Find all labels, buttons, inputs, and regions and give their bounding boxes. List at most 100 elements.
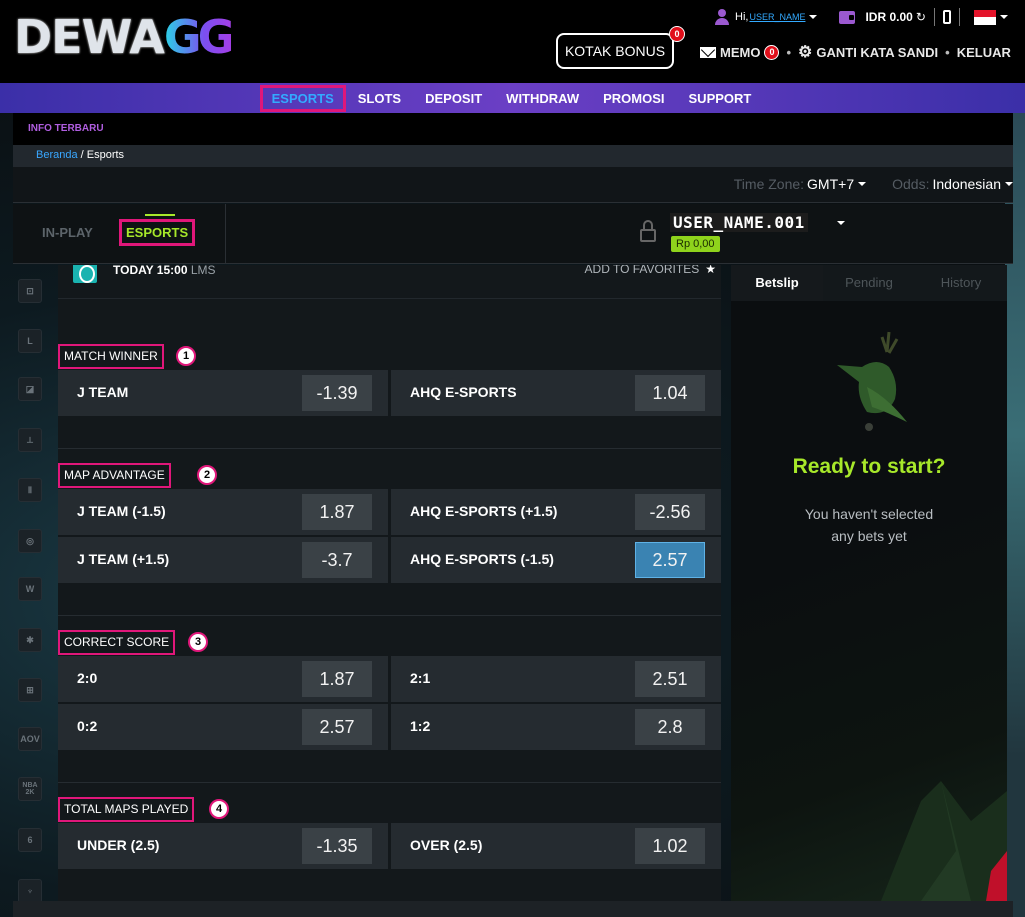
section-title-text: CORRECT SCORE: [64, 635, 170, 649]
timezone-select[interactable]: GMT+7: [807, 176, 854, 192]
odds-button[interactable]: 2.8: [635, 709, 705, 745]
league-logo-icon: [73, 265, 97, 283]
news-ticker: INFO TERBARU: [13, 113, 1013, 145]
odds-cell: 2:0 1.87: [58, 656, 388, 702]
divider: [58, 782, 721, 783]
odds-button[interactable]: 1.02: [635, 828, 705, 864]
betslip-empty-title: Ready to start?: [792, 455, 946, 478]
nba2k-icon[interactable]: NBA 2K: [18, 777, 42, 801]
account-name-dropdown[interactable]: USER_NAME.001: [670, 213, 808, 232]
nav-item-deposit[interactable]: DEPOSIT: [413, 85, 494, 112]
chevron-down-icon[interactable]: [837, 221, 845, 225]
main-content: INFO TERBARU Beranda / Esports Time Zone…: [13, 113, 1013, 917]
greeting-text: Hi,: [735, 11, 749, 23]
site-logo[interactable]: DEWA GG: [14, 10, 235, 64]
heroes-icon[interactable]: Ⅱ: [18, 478, 42, 502]
bonus-box-label: KOTAK BONUS: [564, 43, 666, 59]
bonus-box-button[interactable]: KOTAK BONUS: [556, 33, 674, 69]
odds-button[interactable]: 1.04: [635, 375, 705, 411]
star-icon: ★: [705, 265, 716, 276]
rainbow-six-icon[interactable]: 6: [18, 828, 42, 852]
active-tab-indicator: [145, 214, 175, 216]
gamepad-icon[interactable]: ⊡: [18, 279, 42, 303]
nav-item-promosi[interactable]: PROMOSI: [591, 85, 676, 112]
mobile-icon[interactable]: [942, 10, 951, 24]
odds-cell: AHQ E-SPORTS 1.04: [391, 370, 721, 416]
logout-link[interactable]: KELUAR: [957, 45, 1011, 60]
odds-button[interactable]: 1.87: [302, 494, 372, 530]
odds-cell: J TEAM (+1.5) -3.7: [58, 537, 388, 583]
odds-button[interactable]: -1.35: [302, 828, 372, 864]
indonesia-flag-icon[interactable]: [973, 9, 996, 25]
warcraft-icon[interactable]: W: [18, 577, 42, 601]
selection-label: AHQ E-SPORTS (+1.5): [410, 503, 558, 519]
selection-label: 2:1: [410, 670, 431, 686]
nav-item-support[interactable]: SUPPORT: [677, 85, 764, 112]
odds-button[interactable]: -3.7: [302, 542, 372, 578]
match-time: TODAY 15:00 LMS: [113, 265, 216, 277]
separator: •: [945, 44, 950, 60]
username-link[interactable]: USER_NAME: [749, 12, 805, 22]
section-title-total-maps: TOTAL MAPS PLAYED: [58, 797, 195, 822]
odds-button[interactable]: -2.56: [635, 494, 705, 530]
odds-cell: J TEAM (-1.5) 1.87: [58, 489, 388, 535]
divider: [225, 204, 226, 264]
logo-text-gg: GG: [163, 10, 235, 64]
odds-button-selected[interactable]: 2.57: [635, 542, 705, 578]
section-title-text: MATCH WINNER: [64, 349, 158, 363]
betslip-panel: Betslip Pending History Ready to start? …: [731, 265, 1007, 901]
tab-in-play[interactable]: IN-PLAY: [42, 225, 93, 240]
selection-label: 0:2: [77, 718, 98, 734]
section-title-correct-score: CORRECT SCORE: [58, 630, 176, 655]
selection-label: AHQ E-SPORTS: [410, 384, 517, 400]
change-password-link[interactable]: GANTI KATA SANDI: [816, 45, 938, 60]
odds-button[interactable]: 2.51: [635, 661, 705, 697]
nav-item-esports[interactable]: ESPORTS: [259, 84, 346, 112]
chevron-down-icon[interactable]: [858, 182, 867, 186]
favorites-label: ADD TO FAVORITES: [584, 265, 700, 276]
league-of-legends-icon[interactable]: L: [18, 329, 42, 353]
chevron-down-icon[interactable]: [1005, 182, 1013, 186]
match-markets: TODAY 15:00 LMS ADD TO FAVORITES ★ MATCH …: [58, 265, 721, 917]
selection-label: AHQ E-SPORTS (-1.5): [410, 551, 554, 567]
breadcrumb-sep: /: [77, 149, 87, 161]
divider: [933, 8, 935, 26]
dota2-icon[interactable]: ◪: [18, 377, 42, 401]
odds-button[interactable]: -1.39: [302, 375, 372, 411]
aov-icon[interactable]: AOV: [18, 727, 42, 751]
breadcrumb-home[interactable]: Beranda: [36, 149, 78, 161]
logo-text-dewa: DEWA: [14, 10, 165, 64]
breadcrumb: Beranda / Esports: [13, 145, 1013, 167]
game-sidebar: ⊡ L ◪ ⟂ Ⅱ ◎ W ✱ ⊞ AOV NBA 2K 6 ♆: [13, 265, 58, 917]
mountain-decoration: [881, 781, 1007, 901]
odds-cell: 0:2 2.57: [58, 704, 388, 750]
tab-history[interactable]: History: [915, 265, 1007, 301]
tab-pending[interactable]: Pending: [823, 265, 915, 301]
crossfire-icon[interactable]: ⊞: [18, 678, 42, 702]
odds-cell: UNDER (2.5) -1.35: [58, 823, 388, 869]
magic-icon[interactable]: ♆: [18, 879, 42, 903]
odds-button[interactable]: 1.87: [302, 661, 372, 697]
odds-cell: J TEAM -1.39: [58, 370, 388, 416]
add-to-favorites-button[interactable]: ADD TO FAVORITES ★: [585, 265, 716, 276]
section-title-text: TOTAL MAPS PLAYED: [64, 802, 189, 816]
refresh-icon[interactable]: ↻: [916, 10, 926, 24]
odds-format-select[interactable]: Indonesian: [932, 176, 1001, 192]
empty-message-line1: You haven't selected: [804, 506, 934, 522]
empty-message-line2: any bets yet: [831, 528, 907, 544]
nav-item-slots[interactable]: SLOTS: [346, 85, 413, 112]
breadcrumb-current: Esports: [86, 149, 125, 161]
nav-item-withdraw[interactable]: WITHDRAW: [494, 85, 591, 112]
tab-betslip[interactable]: Betslip: [731, 265, 823, 301]
timezone-label: Time Zone:: [733, 176, 805, 192]
csgo-icon[interactable]: ⟂: [18, 428, 42, 452]
memo-link[interactable]: MEMO: [720, 45, 760, 60]
chevron-down-icon[interactable]: [809, 15, 818, 19]
annotation-number: 1: [176, 346, 196, 366]
tab-esports[interactable]: ESPORTS: [119, 219, 196, 246]
section-title-text: MAP ADVANTAGE: [64, 468, 165, 482]
starcraft-icon[interactable]: ✱: [18, 628, 42, 652]
overwatch-icon[interactable]: ◎: [18, 529, 42, 553]
odds-button[interactable]: 2.57: [302, 709, 372, 745]
chevron-down-icon[interactable]: [999, 15, 1008, 19]
